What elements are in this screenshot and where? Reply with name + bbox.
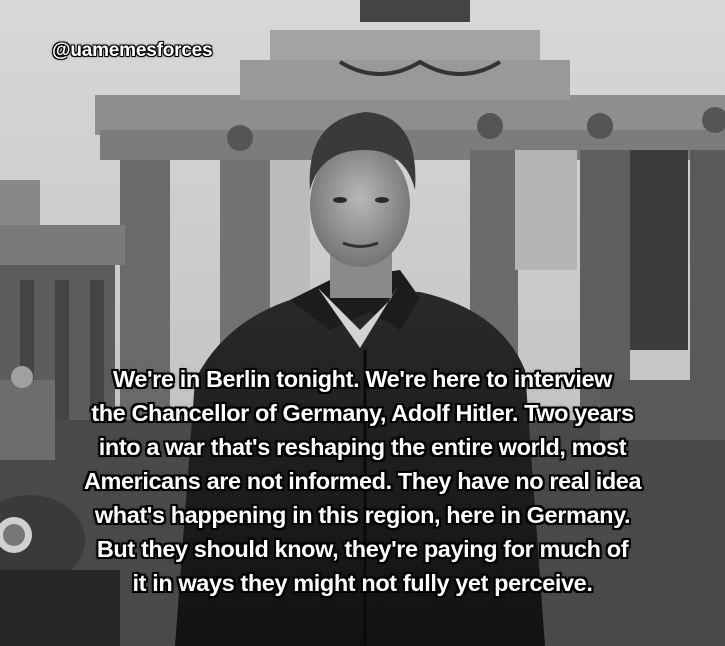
watermark-handle: @uamemesforces [52,40,213,61]
caption-line: Americans are not informed. They have no… [83,468,642,494]
caption-line: it in ways they might not fully yet perc… [132,570,593,596]
meme-caption: We're in Berlin tonight. We're here to i… [20,362,705,600]
caption-line: But they should know, they're paying for… [96,536,629,562]
caption-line: the Chancellor of Germany, Adolf Hitler.… [91,400,634,426]
meme-image: @uamemesforces We're in Berlin tonight. … [0,0,725,646]
caption-line: what's happening in this region, here in… [94,502,631,528]
caption-line: We're in Berlin tonight. We're here to i… [112,366,613,392]
caption-line: into a war that's reshaping the entire w… [98,434,627,460]
